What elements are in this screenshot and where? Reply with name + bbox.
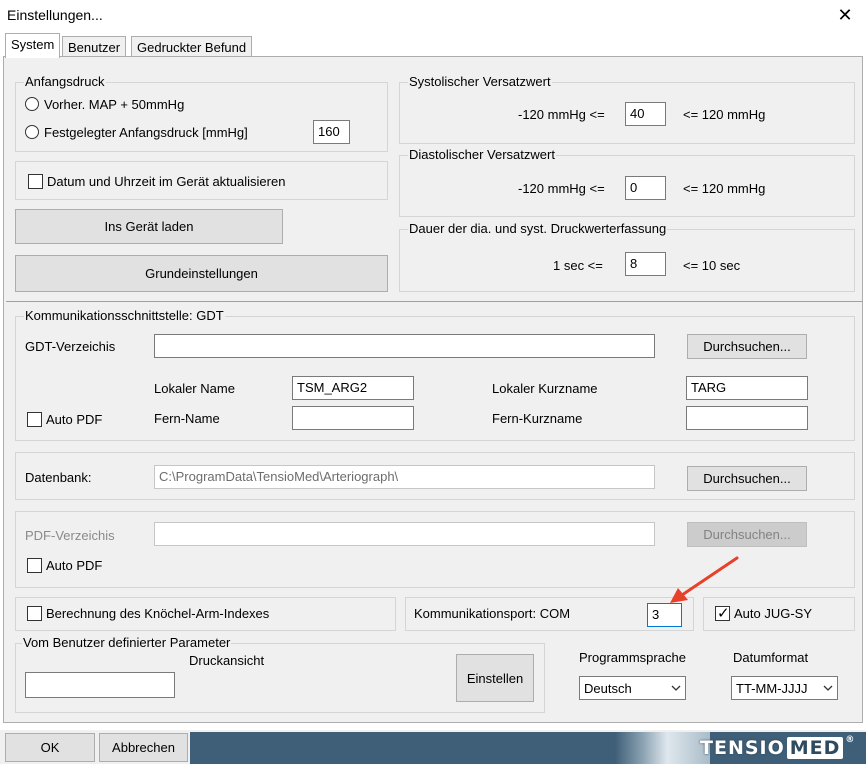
autojug-checkbox[interactable] — [715, 604, 730, 622]
dauer-input[interactable]: 8 — [625, 252, 666, 276]
datumformat-select[interactable]: TT-MM-JJJJ — [731, 676, 838, 700]
pdf-verzeichnis-input[interactable] — [154, 522, 655, 546]
fern-kurzname-label: Fern-Kurzname — [492, 411, 583, 426]
title-bar — [0, 0, 866, 32]
gdt-browse-button[interactable]: Durchsuchen... — [687, 334, 807, 359]
tab-gedruckter-befund[interactable]: Gedruckter Befund — [131, 36, 253, 58]
abbrechen-button[interactable]: Abbrechen — [99, 733, 188, 762]
tab-benutzer[interactable]: Benutzer — [62, 36, 127, 58]
chevron-down-icon — [823, 685, 833, 691]
gdt-verzeichnis-label: GDT-Verzeichis — [25, 339, 116, 354]
ins-geraet-laden-button[interactable]: Ins Gerät laden — [15, 209, 283, 244]
anfangsdruck-input[interactable]: 160 — [313, 120, 350, 144]
lokaler-name-label: Lokaler Name — [154, 381, 235, 396]
logo-part1: TENSIO — [700, 737, 785, 759]
anfangsdruck-legend: Anfangsdruck — [24, 74, 106, 89]
diastolisch-min-label: -120 mmHg <= — [518, 181, 605, 196]
tab-system[interactable]: System — [5, 33, 61, 58]
diastolisch-input[interactable]: 0 — [625, 176, 666, 200]
ok-button[interactable]: OK — [5, 733, 95, 762]
programmsprache-select[interactable]: Deutsch — [579, 676, 686, 700]
datenbank-browse-button[interactable]: Durchsuchen... — [687, 466, 807, 491]
benutzer-param-legend: Vom Benutzer definierter Parameter — [22, 635, 232, 650]
chevron-down-icon — [671, 685, 681, 691]
benutzer-param-input[interactable] — [25, 672, 175, 698]
abi-checkbox[interactable] — [27, 606, 42, 621]
lokaler-kurzname-input[interactable]: TARG — [686, 376, 808, 400]
annotation-arrow-icon — [670, 556, 739, 603]
systolisch-input[interactable]: 40 — [625, 102, 666, 126]
lokaler-name-input[interactable]: TSM_ARG2 — [292, 376, 414, 400]
diastolisch-max-label: <= 120 mmHg — [683, 181, 766, 196]
close-icon[interactable]: ✕ — [833, 3, 857, 27]
datum-checkbox[interactable] — [28, 174, 43, 189]
datum-label: Datum und Uhrzeit im Gerät aktualisieren — [47, 174, 286, 189]
druckansicht-label: Druckansicht — [189, 653, 265, 668]
pdf-browse-button[interactable]: Durchsuchen... — [687, 522, 807, 547]
systolisch-min-label: -120 mmHg <= — [518, 107, 605, 122]
gdt-auto-pdf-label: Auto PDF — [46, 412, 103, 427]
grundeinstellungen-button[interactable]: Grundeinstellungen — [15, 255, 388, 292]
pdf-verzeichnis-label: PDF-Verzeichis — [25, 528, 115, 543]
dauer-legend: Dauer der dia. und syst. Druckwerterfass… — [408, 221, 668, 236]
lokaler-kurzname-label: Lokaler Kurzname — [492, 381, 598, 396]
radio-festgelegter-label: Festgelegter Anfangsdruck [mmHg] — [44, 125, 248, 140]
komport-label: Kommunikationsport: COM — [414, 606, 571, 621]
einstellen-button[interactable]: Einstellen — [456, 654, 534, 702]
logo-part2: MED — [786, 737, 844, 759]
datenbank-label: Datenbank: — [25, 470, 92, 485]
radio-vorher-map-label: Vorher. MAP + 50mmHg — [44, 97, 185, 112]
programmsprache-value: Deutsch — [584, 681, 632, 696]
systolisch-max-label: <= 120 mmHg — [683, 107, 766, 122]
radio-festgelegter[interactable] — [25, 125, 39, 139]
dauer-min-label: 1 sec <= — [553, 258, 603, 273]
brand-gradient — [615, 732, 710, 764]
gdt-auto-pdf-checkbox[interactable] — [27, 412, 42, 427]
datumformat-value: TT-MM-JJJJ — [736, 681, 808, 696]
fern-kurzname-input[interactable] — [686, 406, 808, 430]
radio-vorher-map[interactable] — [25, 97, 39, 111]
logo-registered: ® — [845, 735, 856, 745]
programmsprache-label: Programmsprache — [579, 650, 686, 665]
diastolisch-legend: Diastolischer Versatzwert — [408, 147, 556, 162]
gdt-legend: Kommunikationsschnittstelle: GDT — [24, 308, 225, 323]
autojug-label: Auto JUG-SY — [734, 606, 813, 621]
datumformat-label: Datumformat — [733, 650, 809, 665]
abi-label: Berechnung des Knöchel-Arm-Indexes — [46, 606, 270, 621]
fern-name-input[interactable] — [292, 406, 414, 430]
systolisch-legend: Systolischer Versatzwert — [408, 74, 552, 89]
tensiomed-logo: TENSIO MED ® — [700, 735, 855, 761]
fern-name-label: Fern-Name — [154, 411, 220, 426]
separator — [6, 301, 862, 302]
pdf-auto-pdf-label: Auto PDF — [46, 558, 103, 573]
datenbank-input[interactable]: C:\ProgramData\TensioMed\Arteriograph\ — [154, 465, 655, 489]
window-title: Einstellungen... — [7, 7, 103, 23]
dauer-max-label: <= 10 sec — [683, 258, 741, 273]
pdf-auto-pdf-checkbox[interactable] — [27, 558, 42, 573]
gdt-verzeichnis-input[interactable] — [154, 334, 655, 358]
